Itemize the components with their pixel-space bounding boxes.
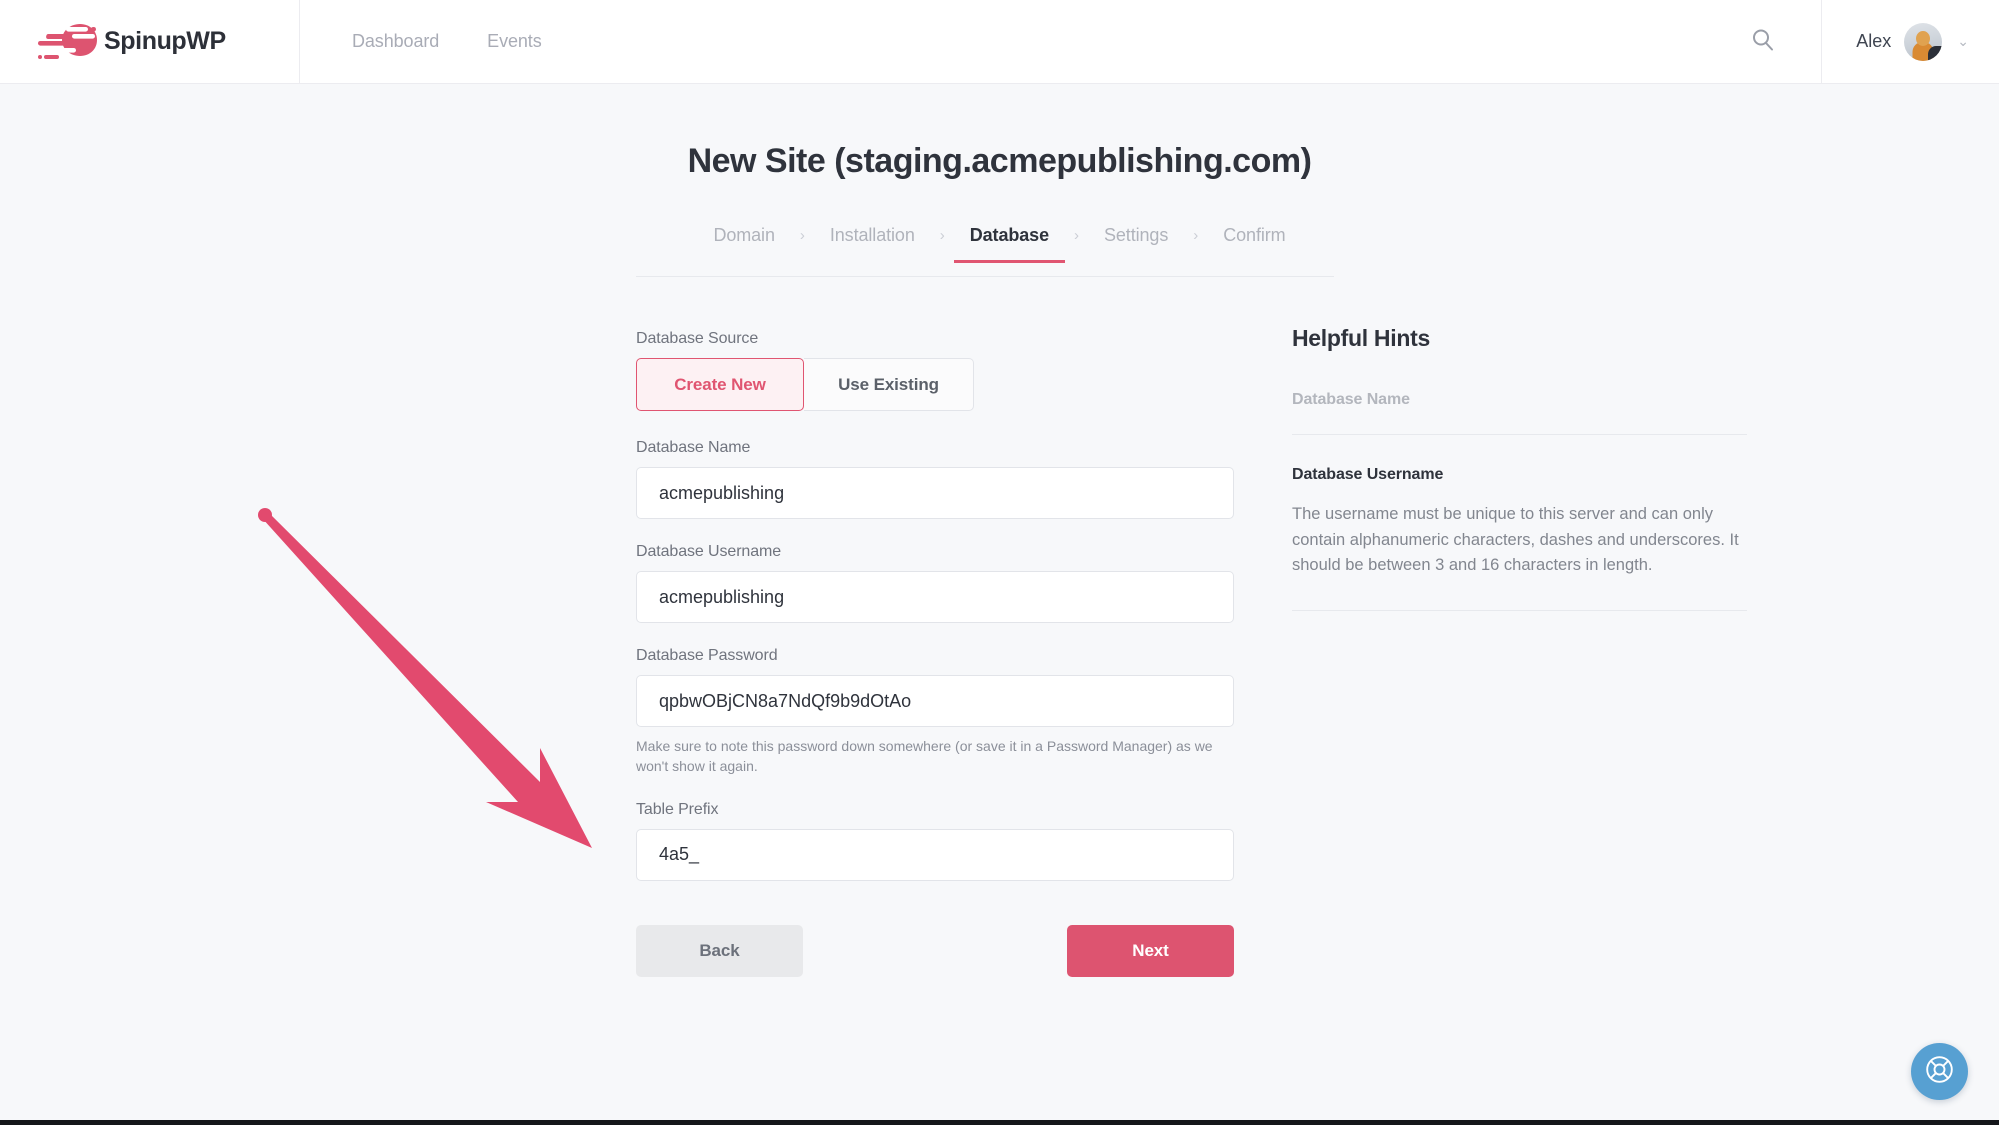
table-prefix-field: Table Prefix	[636, 801, 1234, 881]
step-confirm[interactable]: Confirm	[1207, 225, 1301, 263]
toggle-use-existing[interactable]: Use Existing	[804, 358, 974, 411]
header-right-cluster: Alex ⌄	[1704, 0, 1999, 84]
step-installation[interactable]: Installation	[814, 225, 931, 263]
hint-divider	[1292, 609, 1747, 611]
hint-item-database-username[interactable]: Database Username The username must be u…	[1292, 466, 1747, 579]
helpful-hints-panel: Helpful Hints Database Name Database Use…	[1292, 325, 1747, 611]
database-password-field: Database Password Make sure to note this…	[636, 647, 1234, 777]
hint-item-database-name[interactable]: Database Name	[1292, 391, 1747, 409]
next-button[interactable]: Next	[1067, 924, 1234, 977]
back-button[interactable]: Back	[636, 924, 803, 977]
step-database[interactable]: Database	[953, 225, 1066, 263]
database-source-toggle: Create New Use Existing	[636, 358, 1234, 411]
user-menu[interactable]: Alex ⌄	[1822, 0, 1999, 84]
brand-area[interactable]: SpinupWP	[0, 0, 300, 83]
hints-title: Helpful Hints	[1292, 325, 1430, 351]
step-domain[interactable]: Domain	[697, 225, 790, 263]
database-name-field: Database Name	[636, 439, 1234, 519]
database-password-help: Make sure to note this password down som…	[636, 738, 1213, 775]
database-name-input[interactable]	[636, 467, 1234, 519]
user-name-label: Alex	[1856, 31, 1892, 51]
step-separator: ›	[1193, 227, 1199, 244]
page-title: New Site (staging.acmepublishing.com)	[687, 142, 1312, 180]
database-password-label: Database Password	[636, 647, 778, 664]
lifebuoy-icon	[1924, 1054, 1955, 1090]
support-button[interactable]	[1911, 1043, 1968, 1100]
step-settings[interactable]: Settings	[1088, 225, 1184, 263]
search-icon	[1751, 28, 1774, 56]
chevron-down-icon: ⌄	[1957, 33, 1969, 49]
wizard-steps: Domain › Installation › Database › Setti…	[0, 225, 1999, 263]
database-source-label: Database Source	[636, 330, 759, 347]
hint-heading: Database Username	[1292, 466, 1444, 483]
database-name-label: Database Name	[636, 439, 751, 456]
top-header: SpinupWP Dashboard Events Alex ⌄	[0, 0, 1999, 84]
toggle-create-new[interactable]: Create New	[636, 358, 804, 411]
search-button[interactable]	[1704, 0, 1823, 84]
nav-item-events[interactable]: Events	[487, 31, 542, 52]
database-password-input[interactable]	[636, 675, 1234, 727]
table-prefix-label: Table Prefix	[636, 800, 719, 818]
avatar	[1904, 22, 1943, 61]
hint-body: The username must be unique to this serv…	[1292, 505, 1739, 575]
database-form: Database Source Create New Use Existing …	[636, 330, 1234, 977]
database-username-field: Database Username	[636, 543, 1234, 623]
primary-nav: Dashboard Events	[300, 0, 1704, 83]
step-separator: ›	[799, 227, 805, 244]
step-separator: ›	[939, 227, 945, 244]
spinupwp-speed-logo-icon	[36, 22, 98, 62]
brand-wordmark: SpinupWP	[104, 27, 226, 55]
hint-divider	[1292, 434, 1747, 435]
step-separator: ›	[1073, 227, 1079, 244]
form-actions: Back Next	[636, 924, 1234, 977]
steps-divider	[636, 276, 1334, 277]
database-username-input[interactable]	[636, 571, 1234, 623]
hint-heading: Database Name	[1292, 391, 1410, 408]
pointer-arrow-icon	[240, 490, 620, 870]
database-username-label: Database Username	[636, 543, 782, 560]
table-prefix-input[interactable]	[636, 828, 1234, 881]
window-bottom-edge	[0, 1120, 1999, 1125]
nav-item-dashboard[interactable]: Dashboard	[352, 31, 439, 52]
